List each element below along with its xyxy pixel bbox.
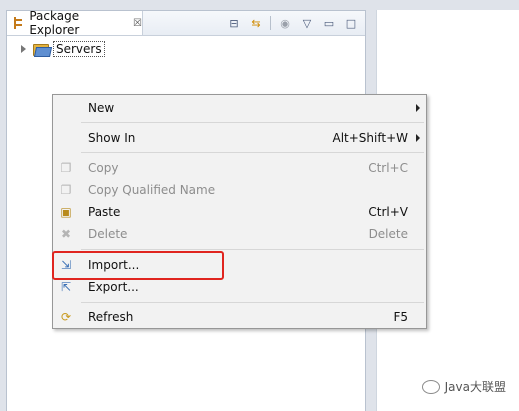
tab-package-explorer[interactable]: Package Explorer ☒ [7, 9, 143, 37]
menu-separator [81, 122, 424, 123]
submenu-arrow-icon [416, 103, 420, 112]
toolbar-separator [270, 16, 271, 30]
menu-item-label: Delete [88, 226, 128, 241]
menu-separator [81, 152, 424, 153]
menu-item-shortcut: Alt+Shift+W [332, 130, 409, 145]
export-icon: ⇱ [60, 280, 72, 294]
delete-icon: ✖ [60, 227, 72, 241]
wechat-icon [421, 379, 440, 394]
menu-item-label: Refresh [88, 309, 134, 324]
watermark: Java大联盟 [421, 378, 506, 395]
menu-item-shortcut: Ctrl+C [368, 160, 408, 175]
expand-arrow-icon[interactable] [21, 45, 26, 53]
copy-qualified-name-icon: ❐ [60, 183, 72, 197]
menu-item-refresh[interactable]: ⟳ Refresh F5 [53, 306, 426, 327]
menu-item-paste[interactable]: ▣ Paste Ctrl+V [53, 201, 426, 222]
view-tab-bar: Package Explorer ☒ ⊟ ⇆ ◉ ▽ ▭ □ [7, 9, 365, 37]
context-menu: New Show In Alt+Shift+W ❐ Copy Ctrl+C ❐ … [52, 94, 427, 329]
tree-item-servers[interactable]: Servers [21, 40, 105, 58]
folder-icon [33, 43, 53, 57]
focus-active-task-icon[interactable]: ◉ [277, 15, 293, 31]
menu-item-label: Copy [88, 160, 119, 175]
menu-item-label: Export... [88, 279, 139, 294]
maximize-icon[interactable]: □ [343, 15, 359, 31]
menu-separator [81, 249, 424, 250]
menu-item-new[interactable]: New [53, 97, 426, 118]
menu-item-copy: ❐ Copy Ctrl+C [53, 157, 426, 178]
submenu-arrow-icon [416, 133, 420, 142]
link-with-editor-icon[interactable]: ⇆ [248, 15, 264, 31]
package-explorer-icon [13, 17, 22, 29]
import-highlight-box [52, 251, 224, 280]
refresh-icon: ⟳ [60, 310, 72, 324]
menu-item-label: New [88, 100, 115, 115]
menu-item-label: Show In [88, 130, 136, 145]
menu-item-label: Paste [88, 204, 121, 219]
menu-item-shortcut: F5 [393, 309, 408, 324]
copy-icon: ❐ [60, 161, 72, 175]
menu-item-copy-qualified-name: ❐ Copy Qualified Name [53, 179, 426, 200]
menu-item-shortcut: Delete [368, 226, 408, 241]
minimize-icon[interactable]: ▭ [321, 15, 337, 31]
watermark-text: Java大联盟 [444, 380, 506, 394]
menu-item-shortcut: Ctrl+V [368, 204, 408, 219]
view-toolbar: ⊟ ⇆ ◉ ▽ ▭ □ [226, 14, 359, 32]
tree-item-label[interactable]: Servers [53, 41, 105, 57]
menu-item-show-in[interactable]: Show In Alt+Shift+W [53, 127, 426, 148]
tab-title: Package Explorer [29, 9, 80, 37]
close-icon[interactable]: ☒ [133, 18, 142, 29]
view-menu-icon[interactable]: ▽ [299, 15, 315, 31]
menu-separator [81, 302, 424, 303]
collapse-all-icon[interactable]: ⊟ [226, 15, 242, 31]
menu-item-label: Copy Qualified Name [88, 182, 216, 197]
menu-item-delete: ✖ Delete Delete [53, 223, 426, 244]
paste-icon: ▣ [60, 205, 72, 219]
